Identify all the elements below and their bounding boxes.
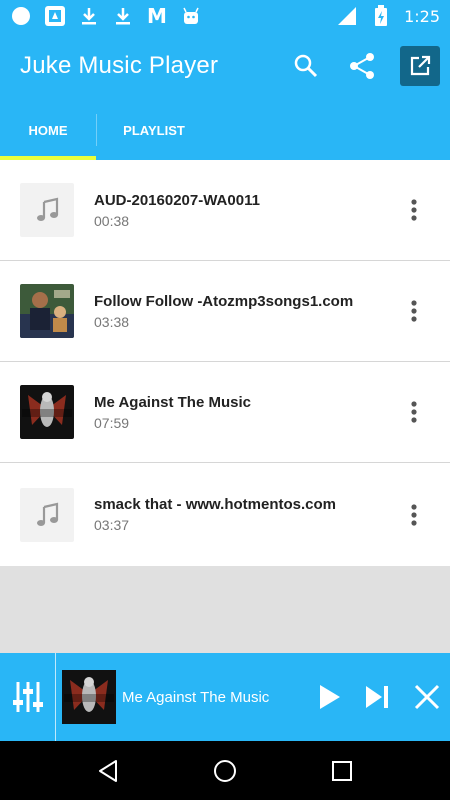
close-player-button[interactable] [405, 675, 449, 719]
more-options-button[interactable] [402, 296, 426, 326]
tab-playlist[interactable]: PLAYLIST [96, 114, 211, 146]
mini-player: Me Against The Music [0, 653, 450, 741]
app-title: Juke Music Player [20, 52, 219, 79]
song-duration: 03:38 [94, 313, 130, 330]
search-icon [294, 54, 318, 78]
status-time: 1:25 [404, 6, 440, 26]
tab-home-label: HOME [28, 122, 68, 138]
song-row[interactable]: Me Against The Music 07:59 [0, 362, 450, 463]
recents-button[interactable] [318, 747, 366, 795]
song-row[interactable]: Follow Follow -Atozmp3songs1.com 03:38 [0, 261, 450, 362]
album-art [20, 284, 74, 338]
song-duration: 03:37 [94, 517, 130, 533]
search-button[interactable] [282, 42, 330, 90]
play-button[interactable] [307, 675, 351, 719]
song-row[interactable]: AUD-20160207-WA0011 00:38 [0, 160, 450, 261]
equalizer-icon [12, 682, 43, 712]
download-icon [78, 5, 100, 27]
song-title: AUD-20160207-WA0011 [94, 191, 260, 209]
more-options-button[interactable] [402, 397, 426, 427]
music-note-icon [20, 183, 74, 237]
download-icon [112, 5, 134, 27]
song-list: AUD-20160207-WA0011 00:38 Follow Follow … [0, 160, 450, 566]
song-duration: 07:59 [94, 414, 130, 431]
more-vert-icon [411, 401, 417, 423]
now-playing-art [62, 670, 116, 724]
back-icon [99, 759, 118, 782]
close-icon [414, 684, 440, 710]
album-art [20, 385, 74, 439]
open-external-button[interactable] [400, 46, 440, 86]
more-options-button[interactable] [402, 195, 426, 225]
equalizer-button[interactable] [0, 653, 56, 741]
share-button[interactable] [338, 42, 386, 90]
music-note-icon [20, 487, 74, 542]
battery-charging-icon [370, 5, 392, 27]
system-nav-bar [0, 741, 450, 800]
home-button[interactable] [201, 747, 249, 795]
song-title: Follow Follow -Atozmp3songs1.com [94, 292, 354, 310]
now-playing-title: Me Against The Music [122, 688, 270, 706]
tab-home[interactable]: HOME [0, 100, 96, 160]
android-icon [180, 5, 202, 27]
wifi-icon [336, 5, 358, 27]
skip-next-icon [366, 686, 388, 708]
more-options-button[interactable] [402, 500, 426, 530]
song-title: Me Against The Music [94, 393, 251, 411]
more-vert-icon [411, 503, 417, 526]
share-icon [350, 53, 374, 79]
more-vert-icon [411, 199, 417, 221]
back-button[interactable] [84, 747, 132, 795]
circle-icon [10, 5, 32, 27]
tab-playlist-label: PLAYLIST [123, 122, 185, 138]
song-duration: 00:38 [94, 212, 130, 229]
tab-bar: HOME PLAYLIST [0, 100, 450, 160]
m-app-icon: M [146, 5, 168, 27]
recents-icon [331, 760, 352, 781]
app-notification-icon [44, 5, 66, 27]
svg-text:M: M [147, 6, 167, 26]
play-icon [320, 685, 340, 709]
home-icon [213, 759, 236, 782]
song-title: smack that - www.hotmentos.com [94, 496, 336, 513]
skip-next-button[interactable] [355, 675, 399, 719]
status-bar: M 1:25 [0, 0, 450, 32]
app-bar: Juke Music Player [0, 32, 450, 100]
open-external-icon [410, 55, 431, 76]
song-row[interactable]: smack that - www.hotmentos.com 03:37 [0, 463, 450, 566]
more-vert-icon [411, 300, 417, 322]
